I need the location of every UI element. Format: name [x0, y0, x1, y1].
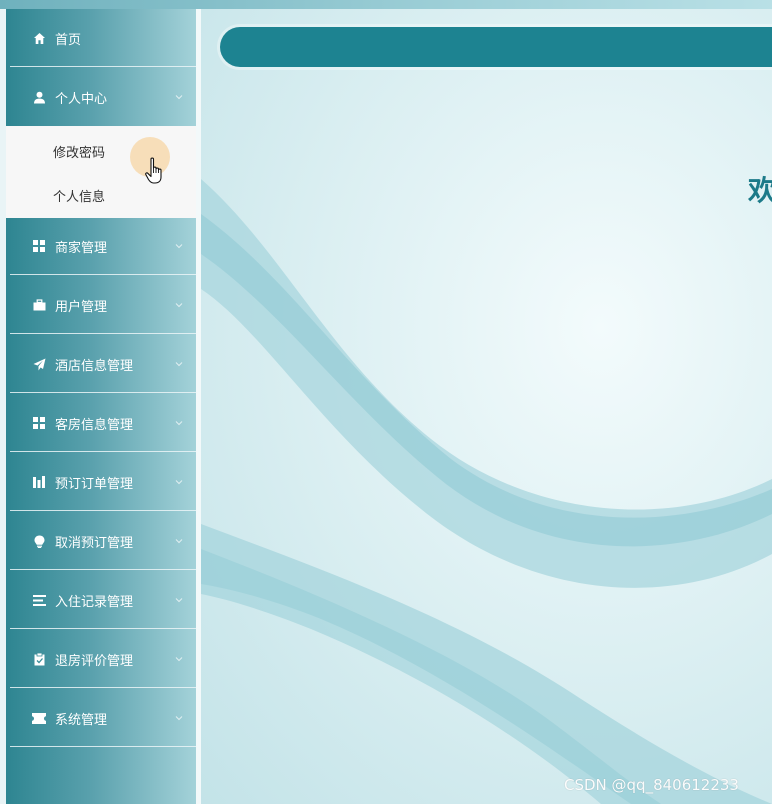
sidebar-item-label: 商家管理: [55, 240, 108, 256]
chevron-down-icon: [175, 362, 183, 367]
bar-chart-icon: [32, 475, 46, 489]
user-icon: [32, 90, 46, 104]
sidebar-item-label: 个人中心: [55, 91, 108, 107]
chevron-down-icon: [175, 657, 183, 662]
divider: [10, 569, 196, 570]
paper-plane-icon: [32, 357, 46, 371]
watermark-text: CSDN @qq_840612233: [564, 776, 739, 794]
sidebar-item-cancel-booking-management[interactable]: 取消预订管理: [6, 512, 196, 570]
chevron-down-icon: [175, 480, 183, 485]
chevron-down-icon: [175, 95, 183, 100]
chevron-down-icon: [175, 598, 183, 603]
chevron-down-icon: [175, 421, 183, 426]
clipboard-icon: [32, 652, 46, 666]
sidebar-item-room-info-management[interactable]: 客房信息管理: [6, 394, 196, 452]
submenu-item-label: 修改密码: [53, 145, 106, 161]
hand-pointer-icon: [145, 157, 162, 184]
welcome-title: 欢: [748, 174, 772, 207]
chevron-down-icon: [175, 244, 183, 249]
divider: [10, 333, 196, 334]
sidebar-item-label: 系统管理: [55, 712, 108, 728]
sidebar-item-booking-order-management[interactable]: 预订订单管理: [6, 453, 196, 511]
sidebar-item-checkin-record-management[interactable]: 入住记录管理: [6, 571, 196, 629]
sidebar-item-label: 取消预订管理: [55, 535, 134, 551]
header-bar: [220, 27, 772, 67]
sidebar-item-label: 酒店信息管理: [55, 358, 134, 374]
chevron-down-icon: [175, 303, 183, 308]
sidebar-item-label: 预订订单管理: [55, 476, 134, 492]
sidebar-item-label: 入住记录管理: [55, 594, 134, 610]
divider: [10, 746, 196, 747]
divider: [10, 451, 196, 452]
divider: [10, 628, 196, 629]
sidebar-item-label: 退房评价管理: [55, 653, 134, 669]
sidebar-menu: 首页 个人中心 修改密码 个人信息 商家管理 用户管理 酒店信息管理 客房信息管…: [6, 9, 196, 804]
top-strip: [0, 0, 772, 9]
divider: [10, 274, 196, 275]
divider: [10, 510, 196, 511]
sidebar-item-label: 用户管理: [55, 299, 108, 315]
sidebar-item-home[interactable]: 首页: [6, 9, 196, 67]
personal-center-submenu: 修改密码 个人信息: [6, 126, 196, 218]
home-icon: [32, 31, 46, 45]
sidebar-item-checkout-review-management[interactable]: 退房评价管理: [6, 630, 196, 688]
divider: [10, 66, 196, 67]
sidebar-item-label: 首页: [55, 32, 82, 48]
grid-icon: [32, 239, 46, 253]
sidebar-item-hotel-info-management[interactable]: 酒店信息管理: [6, 335, 196, 393]
submenu-item-label: 个人信息: [53, 189, 106, 205]
list-icon: [32, 593, 46, 607]
lightbulb-icon: [32, 534, 46, 548]
sidebar-item-personal-center[interactable]: 个人中心: [6, 68, 196, 126]
submenu-item-personal-info[interactable]: 个人信息: [6, 173, 196, 217]
chevron-down-icon: [175, 539, 183, 544]
ticket-icon: [32, 711, 46, 725]
sidebar-item-system-management[interactable]: 系统管理: [6, 689, 196, 747]
sidebar-item-merchant-management[interactable]: 商家管理: [6, 217, 196, 275]
grid-icon: [32, 416, 46, 430]
main-content: 欢: [201, 9, 772, 804]
divider: [10, 687, 196, 688]
silk-background: [201, 179, 772, 804]
briefcase-icon: [32, 298, 46, 312]
sidebar-item-label: 客房信息管理: [55, 417, 134, 433]
sidebar-item-user-management[interactable]: 用户管理: [6, 276, 196, 334]
chevron-down-icon: [175, 716, 183, 721]
divider: [10, 392, 196, 393]
